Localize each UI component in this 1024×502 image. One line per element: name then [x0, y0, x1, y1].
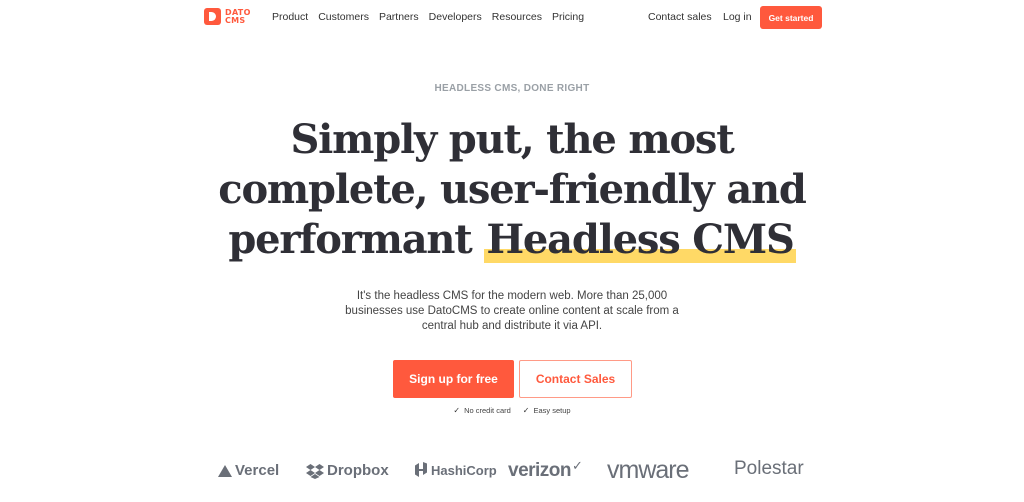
nav-link-developers[interactable]: Developers	[429, 11, 482, 23]
hero-eyebrow: HEADLESS CMS, DONE RIGHT	[434, 83, 590, 94]
vmware-wordmark: vmware	[607, 456, 690, 484]
hashicorp-icon	[415, 462, 427, 477]
customer-logos: Vercel Dropbox HashiCorp verizon ✓ vmwar…	[0, 456, 1024, 486]
polestar-logo: Polestar	[734, 458, 804, 480]
verizon-check-icon: ✓	[572, 458, 583, 473]
nav-link-product[interactable]: Product	[272, 11, 308, 23]
logo-line-2: CMS	[225, 15, 246, 25]
headline-line-1: Simply put, the most	[290, 116, 734, 163]
vercel-wordmark: Vercel	[235, 462, 280, 479]
benefit-easy-setup: ✓ Easy setup	[523, 406, 571, 415]
verizon-wordmark: verizon	[508, 460, 572, 481]
vmware-logo: vmware	[607, 456, 690, 485]
nav-link-customers[interactable]: Customers	[318, 11, 369, 23]
headline-line-2: complete, user-friendly and	[218, 166, 807, 213]
polestar-wordmark: Polestar	[734, 458, 804, 479]
dropbox-icon	[306, 463, 324, 479]
nav-link-pricing[interactable]: Pricing	[552, 11, 584, 23]
contact-sales-button[interactable]: Contact Sales	[519, 360, 632, 398]
contact-sales-link[interactable]: Contact sales	[648, 11, 712, 23]
hero-headline: Simply put, the most complete, user-frie…	[0, 115, 1024, 265]
sign-up-button[interactable]: Sign up for free	[393, 360, 514, 398]
hero-subtitle: It's the headless CMS for the modern web…	[345, 290, 679, 332]
headline-line-3-prefix: performant	[228, 216, 485, 263]
hero-benefits: ✓ No credit card ✓ Easy setup	[0, 406, 1024, 415]
get-started-button[interactable]: Get started	[760, 6, 822, 29]
vercel-logo: Vercel	[218, 462, 279, 479]
top-nav: DATO CMS Product Customers Partners Deve…	[0, 0, 1024, 34]
nav-link-partners[interactable]: Partners	[379, 11, 419, 23]
benefit-label: Easy setup	[533, 406, 571, 415]
benefit-no-credit-card: ✓ No credit card	[453, 406, 510, 415]
datocms-logo-icon	[204, 8, 221, 25]
login-link[interactable]: Log in	[723, 11, 752, 23]
dropbox-logo: Dropbox	[306, 462, 389, 479]
dropbox-wordmark: Dropbox	[327, 462, 389, 479]
main-nav-links: Product Customers Partners Developers Re…	[272, 11, 594, 23]
logo-wordmark: DATO CMS	[225, 8, 255, 25]
vercel-triangle-icon	[218, 464, 232, 477]
headline-line-3: performant Headless CMS	[0, 215, 1024, 265]
hashicorp-logo: HashiCorp	[414, 462, 497, 478]
hashicorp-wordmark: HashiCorp	[431, 462, 497, 478]
verizon-logo: verizon ✓	[508, 458, 583, 482]
datocms-logo[interactable]: DATO CMS	[204, 8, 255, 25]
checkmark-icon: ✓	[522, 406, 530, 415]
checkmark-icon: ✓	[453, 406, 461, 415]
nav-link-resources[interactable]: Resources	[492, 11, 542, 23]
headline-highlight: Headless CMS	[484, 216, 796, 263]
benefit-label: No credit card	[464, 406, 511, 415]
